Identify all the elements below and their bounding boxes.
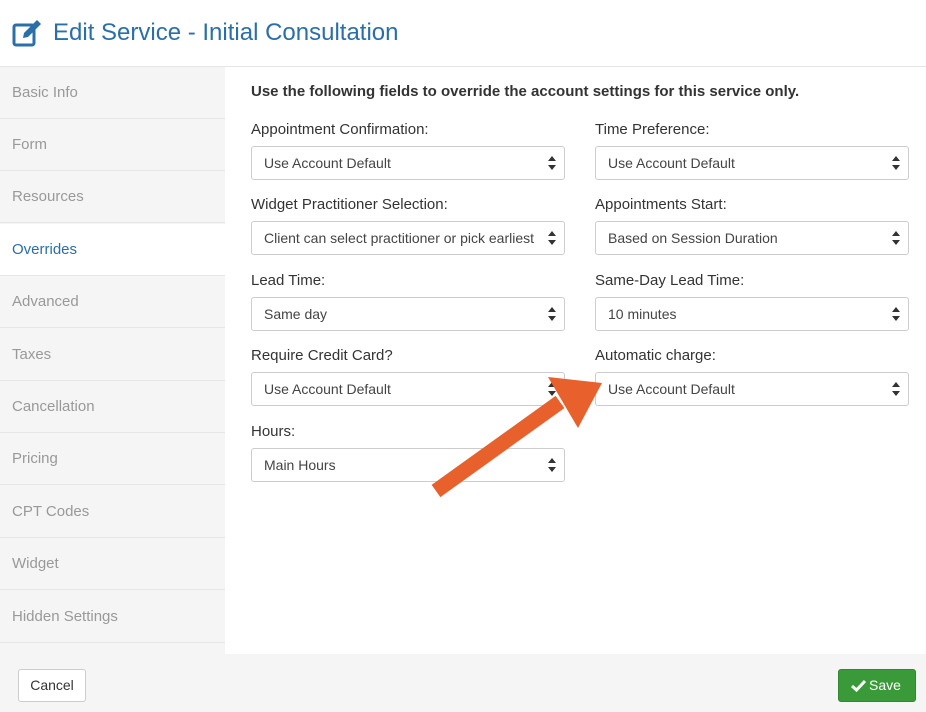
- time-preference-field: Time Preference: Use Account Default: [595, 120, 909, 180]
- same-day-lead-time-select[interactable]: 10 minutes: [595, 297, 909, 331]
- hours-select[interactable]: Main Hours: [251, 448, 565, 482]
- field-label: Appointment Confirmation:: [251, 121, 429, 138]
- field-label: Automatic charge:: [595, 347, 716, 364]
- select-arrows-icon: [548, 307, 556, 321]
- sidebar-item-widget[interactable]: Widget: [0, 538, 225, 590]
- select-arrows-icon: [548, 156, 556, 170]
- check-icon: [851, 679, 866, 692]
- select-arrows-icon: [548, 231, 556, 245]
- sidebar-item-pricing[interactable]: Pricing: [0, 433, 225, 485]
- field-label: Hours:: [251, 423, 296, 440]
- sidebar-item-resources[interactable]: Resources: [0, 171, 225, 223]
- modal-footer: Cancel Save: [0, 654, 926, 712]
- select-arrows-icon: [548, 458, 556, 472]
- select-value: Use Account Default: [264, 381, 391, 397]
- select-value: Based on Session Duration: [608, 230, 778, 246]
- lead-time-select[interactable]: Same day: [251, 297, 565, 331]
- save-button[interactable]: Save: [838, 669, 916, 702]
- appointment-confirmation-select[interactable]: Use Account Default: [251, 146, 565, 180]
- cancel-button[interactable]: Cancel: [18, 669, 86, 702]
- sidebar-item-overrides[interactable]: Overrides: [0, 224, 225, 276]
- field-label: Lead Time:: [251, 272, 326, 289]
- appointments-start-select[interactable]: Based on Session Duration: [595, 221, 909, 255]
- field-label: Same-Day Lead Time:: [595, 272, 745, 289]
- same-day-lead-time-field: Same-Day Lead Time: 10 minutes: [595, 271, 909, 331]
- sidebar-item-cpt-codes[interactable]: CPT Codes: [0, 486, 225, 538]
- sidebar-item-form[interactable]: Form: [0, 119, 225, 171]
- select-arrows-icon: [892, 382, 900, 396]
- select-value: Same day: [264, 306, 328, 322]
- intro-text: Use the following fields to override the…: [251, 83, 800, 100]
- lead-time-field: Lead Time: Same day: [251, 271, 565, 331]
- select-value: Main Hours: [264, 457, 336, 473]
- field-label: Time Preference:: [595, 121, 710, 138]
- automatic-charge-field: Automatic charge: Use Account Default: [595, 346, 909, 406]
- select-value: Use Account Default: [608, 381, 735, 397]
- edit-icon: [12, 20, 41, 47]
- sidebar-item-taxes[interactable]: Taxes: [0, 329, 225, 381]
- field-label: Appointments Start:: [595, 196, 727, 213]
- hours-field: Hours: Main Hours: [251, 422, 565, 482]
- sidebar-item-cancellation[interactable]: Cancellation: [0, 381, 225, 433]
- sidebar-item-advanced[interactable]: Advanced: [0, 276, 225, 328]
- modal-header: Edit Service - Initial Consultation: [0, 0, 926, 67]
- select-arrows-icon: [892, 156, 900, 170]
- overrides-panel: Use the following fields to override the…: [225, 67, 926, 654]
- select-value: Use Account Default: [264, 155, 391, 171]
- page-title: Edit Service - Initial Consultation: [53, 19, 399, 46]
- field-label: Widget Practitioner Selection:: [251, 196, 448, 213]
- select-value: 10 minutes: [608, 306, 677, 322]
- select-value: Use Account Default: [608, 155, 735, 171]
- appointment-confirmation-field: Appointment Confirmation: Use Account De…: [251, 120, 565, 180]
- require-credit-card-field: Require Credit Card? Use Account Default: [251, 346, 565, 406]
- select-arrows-icon: [548, 382, 556, 396]
- require-credit-card-select[interactable]: Use Account Default: [251, 372, 565, 406]
- widget-practitioner-selection-field: Widget Practitioner Selection: Client ca…: [251, 195, 565, 255]
- sidebar: Basic Info Form Resources Overrides Adva…: [0, 67, 225, 654]
- sidebar-item-hidden-settings[interactable]: Hidden Settings: [0, 591, 225, 643]
- widget-practitioner-selection-select[interactable]: Client can select practitioner or pick e…: [251, 221, 565, 255]
- select-arrows-icon: [892, 307, 900, 321]
- automatic-charge-select[interactable]: Use Account Default: [595, 372, 909, 406]
- select-arrows-icon: [892, 231, 900, 245]
- sidebar-item-basic-info[interactable]: Basic Info: [0, 67, 225, 119]
- save-label: Save: [869, 677, 901, 693]
- time-preference-select[interactable]: Use Account Default: [595, 146, 909, 180]
- appointments-start-field: Appointments Start: Based on Session Dur…: [595, 195, 909, 255]
- select-value: Client can select practitioner or pick e…: [264, 230, 535, 246]
- field-label: Require Credit Card?: [251, 347, 393, 364]
